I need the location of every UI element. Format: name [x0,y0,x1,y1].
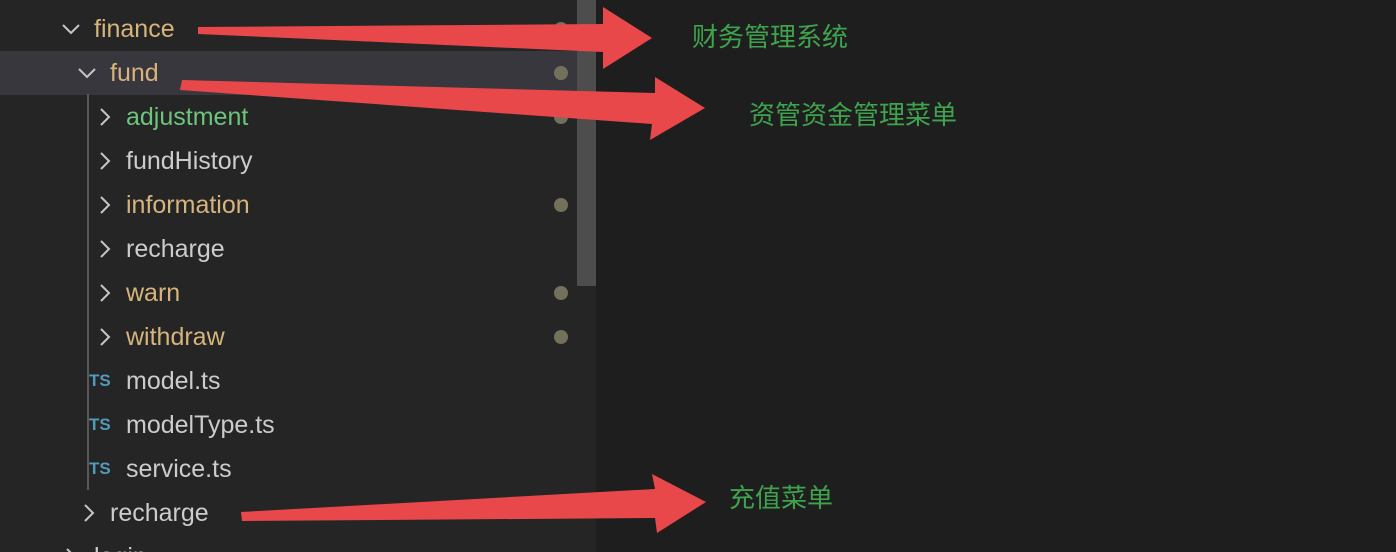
arrow-fund [180,77,705,140]
arrow-recharge [241,474,706,533]
annotation-fund-label: 资管资金管理菜单 [749,101,958,131]
annotation-finance-label: 财务管理系统 [692,23,849,53]
annotation-recharge-label: 充值菜单 [729,484,834,514]
arrow-finance [198,7,652,69]
annotation-arrows [180,7,706,533]
